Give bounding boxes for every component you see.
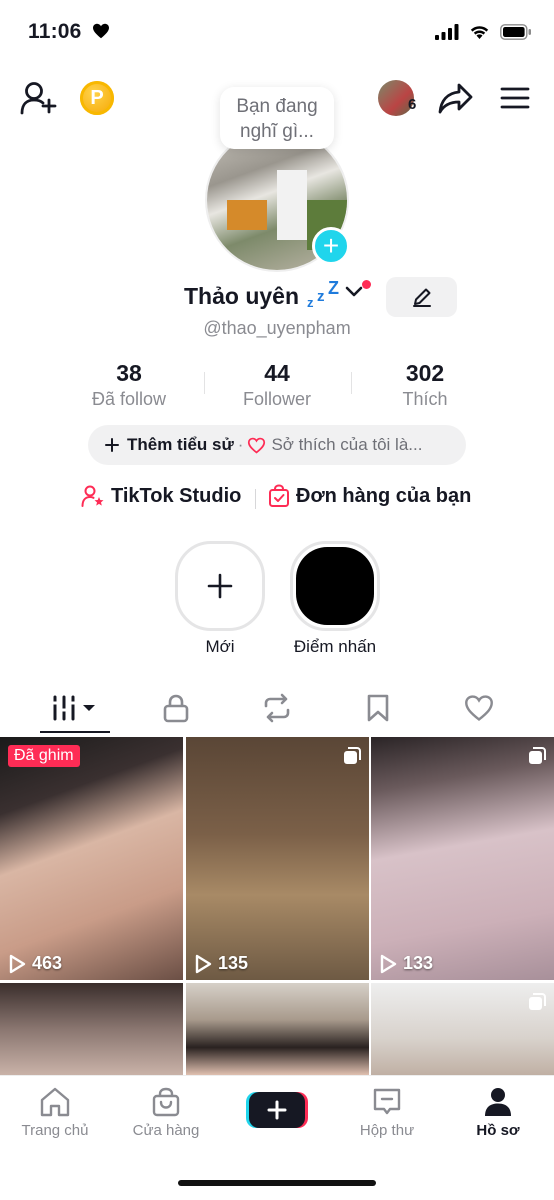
heart-outline-icon [465, 695, 493, 721]
stat-divider [351, 372, 352, 394]
nav-inbox[interactable]: Hộp thư [337, 1086, 437, 1139]
view-count: 133 [379, 953, 433, 974]
signal-icon [435, 24, 459, 40]
stat-value: 44 [264, 360, 290, 386]
status-note-bubble[interactable]: Bạn đang nghĩ gì... [220, 87, 334, 149]
multi-photo-icon [529, 993, 546, 1010]
svg-text:z: z [307, 295, 314, 310]
bio-pill[interactable]: Thêm tiểu sử · Sở thích của tôi là... [88, 425, 466, 465]
home-indicator [178, 1180, 376, 1186]
add-photo-plus-icon[interactable]: + [312, 227, 350, 265]
lock-icon [163, 694, 189, 723]
video-tile[interactable]: 133 [371, 737, 554, 980]
menu-icon[interactable] [500, 86, 530, 110]
private-tab[interactable] [121, 688, 231, 728]
svg-text:z: z [317, 288, 325, 305]
play-icon [195, 954, 212, 973]
inbox-message-icon [373, 1088, 401, 1115]
nav-profile-label: Hồ sơ [476, 1122, 520, 1139]
add-bio-label[interactable]: Thêm tiểu sử [127, 435, 234, 455]
nav-home[interactable]: Trang chủ [5, 1086, 105, 1139]
profile-handle: @thao_uyenpham [203, 318, 351, 338]
video-tile[interactable] [371, 983, 554, 1075]
profile-name: Thảo uyên [184, 283, 300, 309]
add-friend-icon[interactable] [20, 80, 58, 116]
home-icon [40, 1087, 70, 1117]
stat-following[interactable]: 38 Đã follow [59, 360, 199, 410]
shopping-bag-check-icon [269, 484, 289, 507]
chevron-down-icon[interactable] [344, 285, 364, 299]
heart-outline-icon [248, 437, 266, 454]
bookmark-icon [367, 694, 389, 722]
repost-icon [264, 693, 290, 723]
create-video-button[interactable] [246, 1090, 308, 1130]
grid-filter-icon [52, 695, 95, 721]
play-icon [380, 954, 397, 973]
battery-icon [500, 24, 531, 40]
highlight-label-new: Mới [205, 637, 235, 656]
videos-tab[interactable] [20, 688, 130, 728]
nav-shop-label: Cửa hàng [132, 1122, 200, 1139]
shop-bag-icon [152, 1087, 180, 1117]
stat-label: Đã follow [91, 389, 167, 409]
edit-profile-button[interactable] [386, 277, 457, 317]
studio-person-star-icon [81, 485, 104, 507]
video-tile[interactable]: 135 [186, 737, 369, 980]
view-count-value: 133 [403, 953, 434, 973]
sleep-zzz-icon: z z Z [307, 280, 339, 310]
coin-icon[interactable]: P [80, 81, 114, 115]
stat-followers[interactable]: 44 Follower [207, 360, 347, 410]
share-icon[interactable] [438, 82, 474, 114]
nav-shop[interactable]: Cửa hàng [116, 1086, 216, 1139]
view-count-value: 135 [218, 953, 249, 973]
nav-home-label: Trang chủ [21, 1122, 89, 1139]
video-tile[interactable] [186, 983, 369, 1075]
pinned-badge: Đã ghim [8, 745, 80, 767]
friends-count: 6 [408, 96, 417, 113]
favorites-tab[interactable] [323, 688, 433, 728]
wifi-icon [470, 26, 489, 39]
plus-icon [105, 438, 119, 452]
nav-inbox-label: Hộp thư [359, 1122, 415, 1139]
stat-divider [204, 372, 205, 394]
highlight-label: Điểm nhấn [293, 637, 377, 656]
new-highlight-button[interactable] [175, 541, 265, 631]
pencil-icon [412, 288, 431, 307]
bio-separator: · [237, 435, 244, 454]
status-icons [435, 24, 532, 40]
status-time: 11:06 [28, 20, 82, 43]
links-divider [255, 489, 256, 509]
studio-label: TikTok Studio [111, 484, 242, 507]
liked-tab[interactable] [424, 688, 534, 728]
multi-photo-icon [529, 747, 546, 764]
active-tab-indicator [40, 731, 110, 733]
plus-icon [207, 573, 233, 599]
nav-profile[interactable]: Hồ sơ [448, 1086, 548, 1139]
view-count-value: 463 [32, 953, 63, 973]
orders-link[interactable]: Đơn hàng của bạn [268, 484, 471, 508]
play-icon [9, 954, 26, 973]
bubble-line-1: Bạn đang [236, 96, 318, 117]
stat-value: 302 [405, 360, 445, 386]
orders-label: Đơn hàng của bạn [296, 484, 472, 507]
bubble-line-2: nghĩ gì... [240, 121, 314, 142]
view-count: 135 [194, 953, 248, 974]
stat-likes[interactable]: 302 Thích [355, 360, 495, 410]
multi-photo-icon [344, 747, 361, 764]
hobby-label[interactable]: Sở thích của tôi là... [271, 435, 422, 455]
view-count: 463 [8, 953, 62, 974]
stat-label: Thích [402, 389, 448, 409]
video-tile[interactable]: Đã ghim 463 [0, 737, 183, 980]
reposts-tab[interactable] [222, 688, 332, 728]
heart-icon [93, 23, 109, 39]
video-tile[interactable] [0, 983, 183, 1075]
tiktok-studio-link[interactable]: TikTok Studio [81, 484, 241, 508]
highlight-item[interactable] [290, 541, 380, 631]
stat-value: 38 [116, 360, 142, 386]
svg-text:Z: Z [328, 280, 339, 298]
stat-label: Follower [242, 389, 312, 409]
notification-dot [362, 280, 371, 289]
profile-person-icon [485, 1088, 511, 1116]
